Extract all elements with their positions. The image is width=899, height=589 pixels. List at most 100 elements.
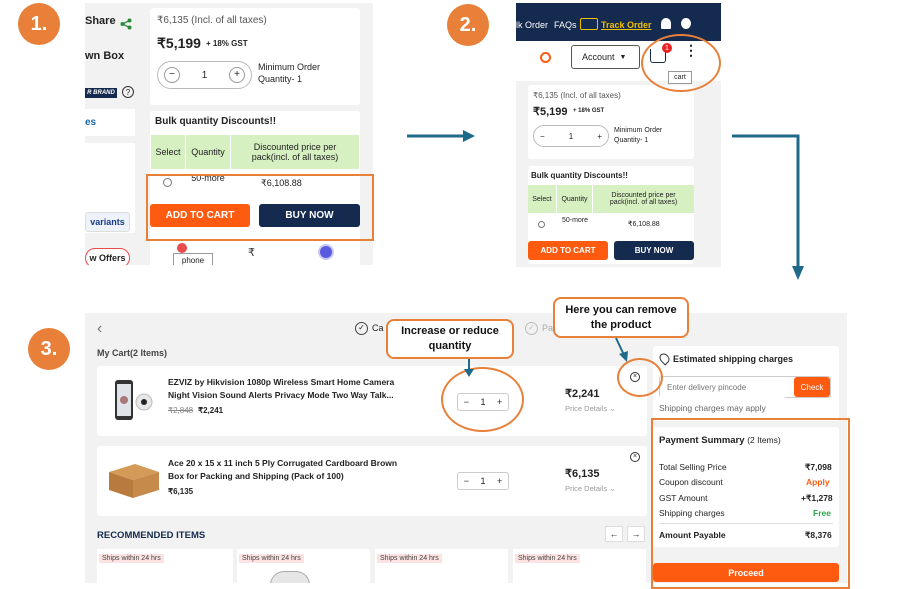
item-quantity-stepper[interactable]: − 1 + — [457, 472, 509, 490]
payment-summary-highlight — [651, 418, 850, 589]
item-title-line2[interactable]: Night Vision Sound Alerts Privacy Mode T… — [168, 390, 394, 400]
item-price: ₹6,135 — [168, 487, 194, 496]
phone-icon[interactable] — [177, 243, 187, 253]
checkout-step-cart-label: Ca — [372, 323, 384, 333]
decrease-button[interactable]: − — [464, 476, 469, 486]
quantity-highlight — [441, 367, 524, 432]
mrp-text: ₹6,135 (Incl. of all taxes) — [157, 15, 267, 26]
share-icon[interactable] — [120, 17, 132, 30]
android-icon[interactable] — [661, 18, 671, 29]
phone-tooltip: phone — [173, 253, 213, 265]
cart-icon-highlight — [641, 34, 721, 92]
gst-label: + 18% GST — [206, 39, 248, 48]
table-row-quantity-2: 50-more — [561, 217, 589, 224]
share-label[interactable]: Share — [85, 15, 116, 27]
variants-button[interactable]: variants — [85, 212, 130, 232]
arrow-down-icon — [732, 134, 804, 280]
item-mrp: ₹2,848 — [168, 406, 194, 415]
increase-button[interactable]: + — [229, 67, 245, 83]
account-label: Account — [582, 52, 615, 62]
callout-pointer-icon — [464, 359, 474, 377]
checkout-step-next-icon: ✓ — [525, 322, 538, 335]
price: ₹5,199 — [157, 35, 201, 51]
increase-button[interactable]: + — [497, 476, 502, 486]
checkout-step-cart-icon: ✓ — [355, 322, 368, 335]
offers-button[interactable]: w Offers — [85, 248, 130, 265]
remove-highlight — [617, 358, 663, 397]
price-details-link[interactable]: Price Details ⌄ — [565, 404, 615, 413]
decrease-button[interactable]: − — [164, 67, 180, 83]
arrow-right-icon — [407, 130, 475, 142]
bulk-title: Bulk quantity Discounts!! — [155, 116, 277, 127]
shipping-badge: Ships within 24 hrs — [99, 554, 164, 563]
shipping-badge: Ships within 24 hrs — [515, 554, 580, 563]
side-tab-label[interactable]: es — [85, 117, 96, 128]
callout-pointer-icon — [615, 337, 628, 362]
remove-item-icon[interactable]: × — [630, 452, 640, 462]
account-dropdown[interactable]: Account ▼ — [571, 45, 640, 69]
truck-icon — [580, 18, 598, 30]
table-header-price-2: Discounted price per pack(incl. of all t… — [593, 185, 694, 213]
price-2: ₹5,199 — [533, 106, 568, 118]
search-icon[interactable] — [540, 52, 551, 63]
buy-now-button-2[interactable]: BUY NOW — [614, 241, 694, 260]
item-quantity: 1 — [480, 476, 486, 486]
brand-badge: R BRAND — [85, 88, 117, 98]
bulk-title-2: Bulk quantity Discounts!! — [531, 171, 628, 180]
gst-label-2: + 18% GST — [573, 108, 605, 114]
min-order-text: Minimum Order Quantity- 1 — [258, 62, 321, 84]
shipping-title: Estimated shipping charges — [673, 354, 794, 364]
pincode-input[interactable] — [660, 377, 785, 398]
quantity-callout: Increase or reduce quantity — [386, 319, 514, 359]
cart-item — [97, 446, 647, 516]
nav-track-order[interactable]: Track Order — [601, 20, 652, 30]
table-header-select: Select — [151, 135, 185, 169]
table-header-quantity: Quantity — [186, 135, 230, 169]
help-icon[interactable]: ? — [122, 86, 134, 98]
box-product-image[interactable] — [105, 460, 163, 500]
table-header-quantity-2: Quantity — [557, 185, 592, 213]
whatsapp-icon[interactable] — [318, 244, 334, 260]
item-title-line1[interactable]: EZVIZ by Hikvision 1080p Wireless Smart … — [168, 377, 394, 387]
next-arrow-icon[interactable]: → — [627, 526, 645, 542]
item-price: ₹2,241 — [198, 406, 224, 415]
checkout-step-next-label: Pa — [542, 323, 554, 333]
chevron-down-icon: ▼ — [619, 53, 627, 61]
mrp-text-2: ₹6,135 (Incl. of all taxes) — [533, 91, 621, 100]
price-details-link[interactable]: Price Details ⌄ — [565, 484, 615, 493]
check-button[interactable]: Check — [794, 377, 830, 397]
my-cart-title: My Cart(2 Items) — [97, 348, 168, 358]
step-3-badge: 3. — [28, 328, 70, 370]
quantity-value: 1 — [201, 69, 208, 81]
recommended-product-image[interactable] — [270, 571, 310, 583]
remove-callout: Here you can remove the product — [553, 297, 689, 338]
increase-button-2[interactable]: + — [597, 132, 602, 141]
item-total: ₹6,135 — [565, 468, 600, 480]
quantity-stepper[interactable]: − 1 + — [157, 61, 252, 89]
min-order-text-2: Minimum Order Quantity- 1 — [614, 127, 663, 144]
product-title-fragment: wn Box — [85, 50, 125, 62]
item-title-line2[interactable]: Box for Packing and Shipping (Pack of 10… — [168, 471, 344, 481]
item-total: ₹2,241 — [565, 388, 600, 400]
back-icon[interactable]: ‹ — [97, 320, 102, 338]
table-row-price-2: ₹6,108.88 — [628, 221, 660, 228]
prev-arrow-icon[interactable]: ← — [605, 526, 623, 542]
quantity-value-2: 1 — [568, 131, 574, 141]
item-title-line1[interactable]: Ace 20 x 15 x 11 inch 5 Ply Corrugated C… — [168, 458, 397, 468]
step-1-badge: 1. — [18, 3, 60, 45]
camera-product-image[interactable] — [113, 378, 155, 422]
recommended-title: RECOMMENDED ITEMS — [97, 530, 206, 541]
apple-icon[interactable] — [681, 18, 691, 29]
decrease-button-2[interactable]: − — [540, 132, 545, 141]
nav-faqs[interactable]: FAQs — [554, 20, 577, 30]
table-header-select-2: Select — [528, 185, 556, 213]
select-radio-2[interactable] — [538, 221, 545, 228]
quantity-stepper-2[interactable]: − 1 + — [533, 125, 609, 147]
shipping-note: Shipping charges may apply — [659, 403, 766, 413]
step-2-badge: 2. — [447, 4, 489, 46]
shipping-badge: Ships within 24 hrs — [377, 554, 442, 563]
add-to-cart-button-2[interactable]: ADD TO CART — [528, 241, 608, 260]
shipping-badge: Ships within 24 hrs — [239, 554, 304, 563]
rupee-edit-icon[interactable]: ₹ — [248, 246, 255, 259]
nav-bulk-order[interactable]: lk Order — [516, 20, 548, 30]
